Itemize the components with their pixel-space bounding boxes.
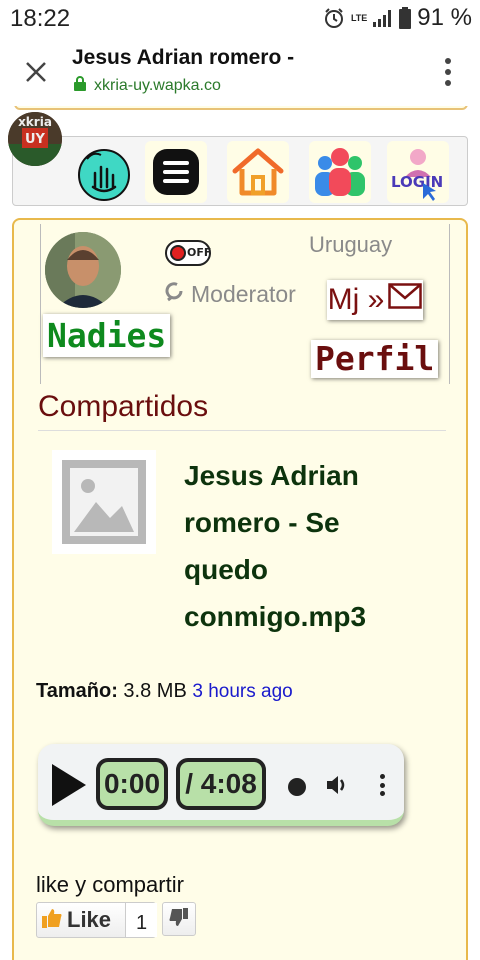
profile-button[interactable]: Perfil [311, 340, 439, 378]
avatar[interactable] [45, 232, 121, 308]
player-menu-icon[interactable] [380, 774, 386, 796]
file-thumbnail[interactable] [52, 450, 156, 554]
user-role: Moderator [163, 280, 296, 308]
alarm-icon [323, 7, 345, 29]
home-icon[interactable] [227, 141, 289, 203]
size-value: 3.8 MB [123, 680, 187, 702]
logo-line-1: xkria [18, 115, 52, 129]
online-status-toggle[interactable]: OFF [165, 240, 211, 266]
share-prompt: like y compartir [36, 872, 184, 897]
menu-icon[interactable] [145, 141, 207, 203]
username[interactable]: Nadies [43, 314, 171, 357]
url-bar[interactable]: xkria-uy.wapka.co [74, 76, 221, 96]
file-meta: Tamaño: 3.8 MB 3 hours ago [36, 680, 293, 703]
toggle-label: OFF [187, 246, 212, 259]
section-title: Compartidos [38, 390, 446, 431]
site-logo[interactable]: xkria UY [8, 112, 62, 166]
role-label: Moderator [191, 280, 296, 307]
profile-card: OFF Uruguay Moderator Mj » Nadies Perfil… [12, 218, 468, 960]
user-country: Uruguay [309, 232, 393, 257]
status-bar: 18:22 LTE 91 % [0, 0, 480, 38]
current-time: 0:00 [96, 758, 168, 810]
volume-icon[interactable] [324, 772, 350, 803]
like-button[interactable]: Like 1 [36, 902, 157, 938]
message-label: Mj » [327, 283, 385, 316]
signal-icon [373, 9, 393, 27]
lte-label: LTE [350, 13, 368, 23]
battery-percent: 91 % [417, 4, 472, 31]
close-icon[interactable] [20, 56, 52, 88]
upload-time: 3 hours ago [192, 681, 293, 702]
more-menu-icon[interactable] [444, 58, 452, 86]
url-text: xkria-uy.wapka.co [94, 77, 221, 94]
login-label: LOGIN [391, 173, 443, 191]
play-icon[interactable] [52, 764, 86, 806]
like-count: 1 [125, 903, 157, 937]
hand-wave-icon[interactable] [73, 141, 135, 203]
page-content: LOGIN xkria UY OFF Uruguay Moderator Mj … [0, 106, 480, 960]
envelope-icon [388, 283, 423, 317]
refresh-icon [163, 280, 185, 308]
users-icon[interactable] [309, 141, 371, 203]
site-nav-bar: LOGIN [12, 136, 468, 206]
page-title: Jesus Adrian romero - [72, 46, 295, 69]
browser-toolbar: Jesus Adrian romero - xkria-uy.wapka.co [0, 38, 480, 106]
status-time: 18:22 [10, 5, 71, 32]
status-icons: LTE 91 % [323, 4, 472, 32]
duration: / 4:08 [176, 758, 266, 810]
logo-line-2: UY [25, 132, 46, 147]
lock-icon [74, 76, 86, 96]
send-message-button[interactable]: Mj » [327, 280, 423, 320]
audio-player: 0:00 / 4:08 [38, 744, 404, 826]
status-dot [170, 245, 186, 261]
top-card-edge [14, 106, 468, 110]
login-icon[interactable]: LOGIN [387, 141, 449, 203]
battery-icon [399, 7, 412, 29]
profile-header: OFF Uruguay Moderator Mj » Nadies Perfil [40, 224, 450, 384]
thumbs-down-icon [169, 907, 189, 932]
seek-handle[interactable] [288, 778, 306, 796]
file-title[interactable]: Jesus Adrian romero - Se quedo conmigo.m… [184, 452, 424, 640]
thumbs-up-icon [41, 907, 63, 934]
like-label: Like [67, 907, 112, 932]
size-label: Tamaño: [36, 680, 118, 702]
dislike-button[interactable] [162, 902, 196, 936]
